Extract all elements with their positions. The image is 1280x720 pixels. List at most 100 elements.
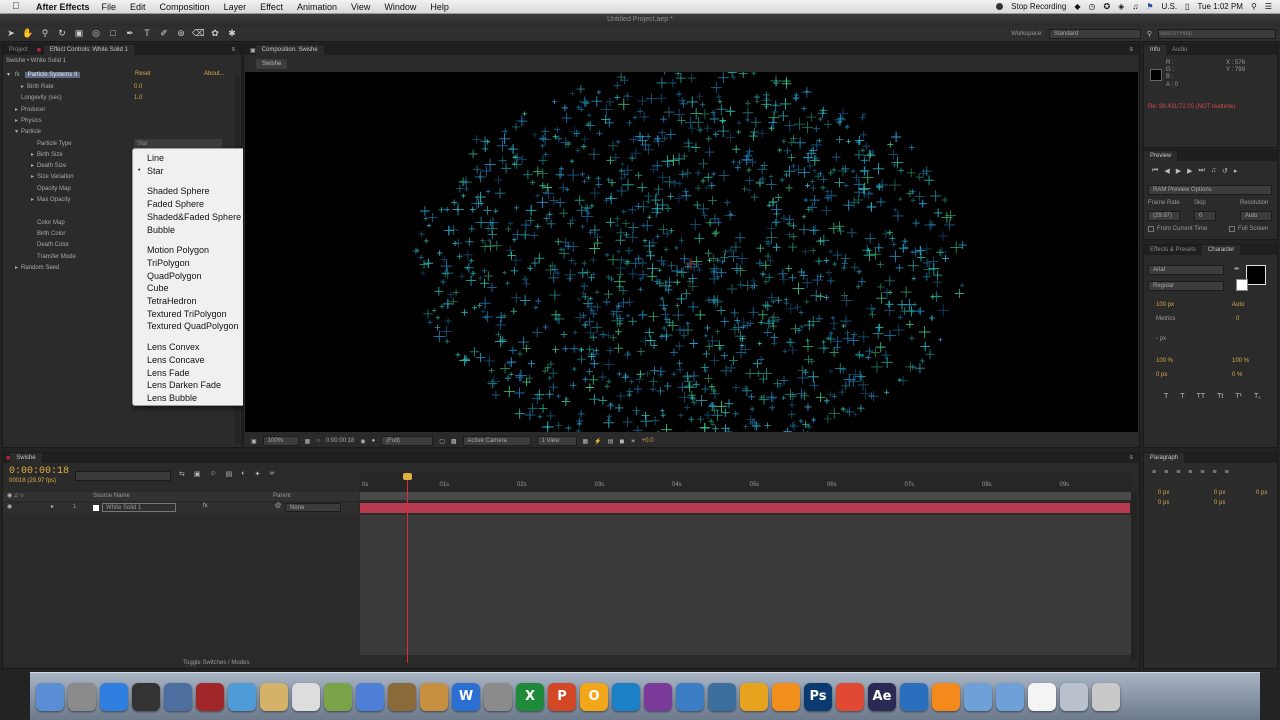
faux-italic-button[interactable]: T [1180,393,1184,400]
indent-right[interactable]: 0 px [1214,489,1225,498]
tracking[interactable]: 0 [1236,315,1239,324]
menu-item[interactable]: Lens Darken Fade [147,379,221,391]
tab-preview[interactable]: Preview [1144,151,1178,161]
tab-character[interactable]: Character [1201,245,1241,255]
pixel-aspect-icon[interactable]: ▦ [583,438,589,445]
tab-paragraph[interactable]: Paragraph [1144,453,1185,463]
transparency-grid-icon[interactable]: ▩ [451,438,457,445]
folder-icon[interactable] [964,682,992,711]
effect-property-row[interactable]: ▸ Death Size [7,161,66,172]
exposure-icon[interactable]: ☀ [630,438,635,445]
full-screen-checkbox[interactable] [1229,226,1235,232]
fast-preview-icon[interactable]: ⚡ [594,438,601,445]
preview-icon[interactable] [164,682,192,711]
stroke-width[interactable]: - px [1156,335,1166,344]
eye-icon[interactable]: ◉ [7,503,12,510]
parent-select[interactable]: None [285,503,341,512]
network-icon[interactable] [676,682,704,711]
menu-item[interactable]: Lens Convex [147,341,200,353]
menu-view[interactable]: View [351,2,370,12]
property-value[interactable]: 0.0 [134,82,142,93]
first-frame-icon[interactable]: ⏮ [1152,167,1158,175]
about-button[interactable]: About... [204,71,225,77]
fx-switch-icon[interactable]: fx [203,503,208,509]
effect-property-row[interactable]: Death Color [7,240,69,251]
zoom-tool-icon[interactable]: ⚲ [39,28,51,39]
search-help-input[interactable] [1158,29,1276,39]
effect-property-row[interactable]: ▸ Producer [7,105,45,116]
subscript-button[interactable]: T₁ [1254,393,1261,400]
downloads-icon[interactable] [996,682,1024,711]
motion-blur-icon[interactable]: ◐ [241,470,245,478]
disclosure-triangle-icon[interactable]: ▾ [7,72,10,78]
first-line-indent[interactable]: 0 px [1256,489,1267,498]
dashboard-icon[interactable] [132,682,160,711]
timeline-scrollbar[interactable] [1131,492,1137,662]
hand-tool-icon[interactable]: ✋ [22,28,34,39]
tab-info[interactable]: Info [1144,45,1167,55]
photos-icon[interactable] [324,682,352,711]
tab-composition[interactable]: Composition: Swishe [255,45,324,55]
menu-item[interactable]: QuadPolygon [147,270,202,282]
font-family-select[interactable]: Arial [1148,265,1224,275]
disclosure-triangle-icon[interactable]: ▸ [7,195,37,206]
ram-preview-icon[interactable]: ▸ [1234,167,1238,175]
prev-frame-icon[interactable]: ◀ [1164,167,1169,175]
timeline-timecode[interactable]: 0:00:00:18 [9,466,69,477]
last-frame-icon[interactable]: ⏭ [1198,167,1204,175]
document-icon[interactable] [1028,682,1056,711]
menu-item[interactable]: Cube [147,282,169,294]
disclosure-triangle-icon[interactable]: ▸ [7,263,21,274]
disclosure-triangle-icon[interactable]: ▾ [7,127,21,138]
emitter-center-marker[interactable] [685,258,697,270]
menu-item[interactable]: Shaded&Faded Sphere [147,211,241,223]
rotate-tool-icon[interactable]: ↻ [56,28,68,39]
tab-timeline-swishe[interactable]: Swishe [10,453,42,463]
shy-icon[interactable]: ☺ [210,470,217,478]
photoshop-icon[interactable]: Ps [804,682,832,711]
comp-subtab[interactable]: Swishe [256,59,288,69]
disclosure-triangle-icon[interactable]: ▸ [7,116,21,127]
frame-rate-select[interactable]: (29.97) [1148,211,1180,221]
font-size[interactable]: 100 px [1156,301,1174,310]
workspace-select[interactable]: Standard [1048,29,1141,39]
effect-property-row[interactable]: Longevity (sec) [7,93,62,104]
panel-menu-icon[interactable]: ≡ [1129,47,1133,53]
col-source-name[interactable]: Source Name [93,492,130,501]
effect-property-row[interactable]: ▸ Size Variation [7,172,74,183]
tab-project[interactable]: Project [3,45,34,55]
aftereffects-icon[interactable]: Ae [868,682,896,711]
roto-brush-tool-icon[interactable]: ✿ [209,28,221,39]
menu-edit[interactable]: Edit [130,2,146,12]
itunes-icon[interactable] [356,682,384,711]
finder-icon[interactable] [36,682,64,711]
stroke-color-swatch[interactable] [1236,279,1248,291]
battery-icon[interactable]: ▯ [1185,2,1189,11]
menu-item[interactable]: Star [147,165,164,177]
pen-tool-icon[interactable]: ✒ [124,28,136,39]
effect-property-row[interactable]: ▾ Particle [7,127,41,138]
tab-effects-presets[interactable]: Effects & Presets [1144,245,1202,255]
reset-button[interactable]: Reset [135,71,151,77]
brush-tool-icon[interactable]: ✐ [158,28,170,39]
volume-icon[interactable]: ♫ [1132,2,1138,11]
tsume[interactable]: 0 % [1232,371,1242,380]
timeline-icon[interactable]: ▤ [608,438,614,445]
menu-item[interactable]: Lens Bubble [147,392,197,404]
layer-row[interactable]: ◉ ▸ 1 White Solid 1 fx @ None [3,503,359,513]
kerning[interactable]: Metrics [1156,315,1175,324]
space-before[interactable]: 0 px [1158,499,1169,508]
align-center-icon[interactable]: ≡ [1164,469,1168,476]
exposure-value[interactable]: +0.0 [642,438,654,444]
pickwhip-icon[interactable]: @ [275,503,281,509]
menu-composition[interactable]: Composition [160,2,210,12]
expand-layer-icon[interactable]: ▸ [51,503,54,510]
horizontal-scale[interactable]: 100 % [1232,357,1249,366]
menu-item[interactable]: Motion Polygon [147,244,209,256]
zoom-select[interactable]: 100% [262,436,299,446]
justify-center-icon[interactable]: ≡ [1200,469,1204,476]
disclosure-triangle-icon[interactable]: ▸ [7,105,21,116]
vlc-icon[interactable] [932,682,960,711]
system-prefs-icon[interactable] [68,682,96,711]
effect-property-row[interactable]: Birth Color [7,229,65,240]
